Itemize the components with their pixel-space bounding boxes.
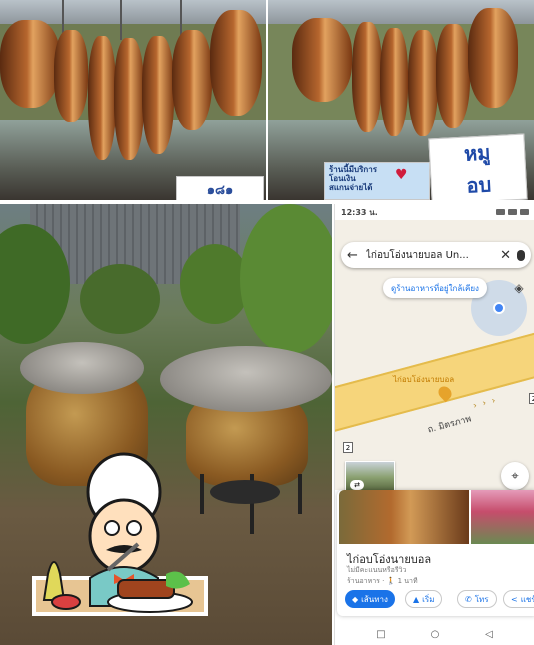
nearby-restaurants-chip[interactable]: ดูร้านอาหารที่อยู่ใกล้เคียง <box>383 278 487 298</box>
street-view-icon: ⇄ <box>350 480 364 490</box>
place-photo[interactable] <box>339 490 469 544</box>
call-label: โทร <box>474 594 489 604</box>
close-icon[interactable]: ✕ <box>500 248 511 263</box>
share-icon: < <box>511 594 518 604</box>
oil-bottle <box>42 561 66 601</box>
share-button[interactable]: < แชร์ <box>503 590 534 608</box>
my-location-icon[interactable]: ⌖ <box>501 462 529 490</box>
jar-lid <box>20 342 144 394</box>
route-shield: 2 <box>529 393 534 404</box>
jar-stand <box>298 474 302 514</box>
walk-time: 1 นาที <box>397 577 418 585</box>
place-meta: ร้านอาหาร · 🚶 1 นาที <box>347 576 418 587</box>
start-button[interactable]: ▲ เริ่ม <box>405 590 443 608</box>
charcoal-pot <box>210 480 280 504</box>
heart-icon: ♥ <box>395 167 408 183</box>
chef-glasses <box>104 520 120 536</box>
map-view[interactable]: ถ. มิตรภาพ ››› ไก่อบโอ่งนายบอล 2 2 ← ไก่… <box>335 220 534 491</box>
place-category: ร้านอาหาร <box>347 577 380 585</box>
walk-icon: 🚶 <box>386 577 396 585</box>
search-input[interactable]: ไก่อบโอ่งนายบอล Un... <box>366 248 494 263</box>
signal-icon <box>496 209 505 215</box>
current-location-dot <box>493 302 505 314</box>
recents-icon[interactable]: □ <box>374 628 388 642</box>
battery-icon <box>520 209 529 215</box>
road-direction-arrows: ››› <box>472 394 503 412</box>
roast-meat <box>88 36 116 160</box>
jar-lid <box>160 346 332 412</box>
home-icon[interactable]: ○ <box>428 628 442 642</box>
roast-meat <box>114 38 144 160</box>
photo-hanging-pork-left: ๑๘๑ <box>0 0 266 200</box>
layers-icon[interactable]: ◈ <box>511 280 527 296</box>
lettuce <box>166 571 190 589</box>
place-photo[interactable] <box>471 490 534 544</box>
start-label: เริ่ม <box>422 594 435 604</box>
sauce-bowl <box>51 594 81 610</box>
foliage <box>240 204 332 354</box>
search-bar[interactable]: ← ไก่อบโอ่งนายบอล Un... ✕ <box>341 242 531 268</box>
status-time: 12:33 น. <box>341 207 378 217</box>
phone-screen: 12:33 น. ถ. มิตรภาพ ››› ไก่อบโอ่งนายบอล … <box>334 204 534 645</box>
roast-meat <box>292 18 352 102</box>
hook <box>120 0 122 40</box>
android-nav-bar: □ ○ ◁ <box>335 624 534 645</box>
ribs <box>117 579 175 599</box>
wifi-icon <box>508 209 517 215</box>
share-label: แชร์ <box>520 594 534 604</box>
place-card[interactable]: ไก่อบโอ่งนายบอล ไม่มีคะแนนหรือรีวิว ร้าน… <box>337 490 534 616</box>
microphone-icon[interactable] <box>517 249 525 261</box>
photo-hanging-pork-right: ร้านนี้มีบริการ โอนเงิน สแกนจ่ายได้ ♥ หม… <box>268 0 534 200</box>
roast-meat <box>54 30 88 122</box>
promo-sign-text: ร้านนี้มีบริการ โอนเงิน สแกนจ่ายได้ <box>329 165 378 193</box>
payment-promo-sign: ร้านนี้มีบริการ โอนเงิน สแกนจ่ายได้ ♥ <box>324 162 430 200</box>
directions-button[interactable]: ◆ เส้นทาง <box>345 590 395 608</box>
back-icon[interactable]: ◁ <box>482 628 496 642</box>
roast-meat <box>142 36 174 154</box>
roast-meat <box>380 28 408 136</box>
route-shield: 2 <box>343 442 353 453</box>
chef-food-icon <box>32 452 208 616</box>
roast-meat <box>468 8 518 108</box>
roast-meat <box>352 22 382 132</box>
arrow-left-icon[interactable]: ← <box>347 248 358 263</box>
roast-meat <box>172 30 212 130</box>
status-icons <box>496 209 529 215</box>
price-sign: ๑๘๑ <box>176 176 264 200</box>
navigation-arrow-icon: ▲ <box>413 594 420 604</box>
status-bar: 12:33 น. <box>335 204 534 220</box>
street-view-thumbnail[interactable]: ⇄ <box>345 461 395 491</box>
directions-icon: ◆ <box>352 594 359 604</box>
phone-icon: ✆ <box>465 594 472 604</box>
roast-meat <box>408 30 438 136</box>
foliage <box>80 264 160 334</box>
call-button[interactable]: ✆ โทร <box>457 590 497 608</box>
road-label: ถ. มิตรภาพ <box>426 414 473 436</box>
pork-sign: หมู อบ <box>428 133 528 200</box>
place-reviews: ไม่มีคะแนนหรือรีวิว <box>347 566 407 574</box>
roast-meat <box>0 20 60 108</box>
chef-face <box>88 498 160 574</box>
roast-meat <box>436 24 470 128</box>
roast-meat <box>210 10 262 116</box>
chef-glasses <box>126 520 142 536</box>
place-pin-label[interactable]: ไก่อบโอ่งนายบอล <box>393 373 454 386</box>
directions-label: เส้นทาง <box>361 594 388 604</box>
